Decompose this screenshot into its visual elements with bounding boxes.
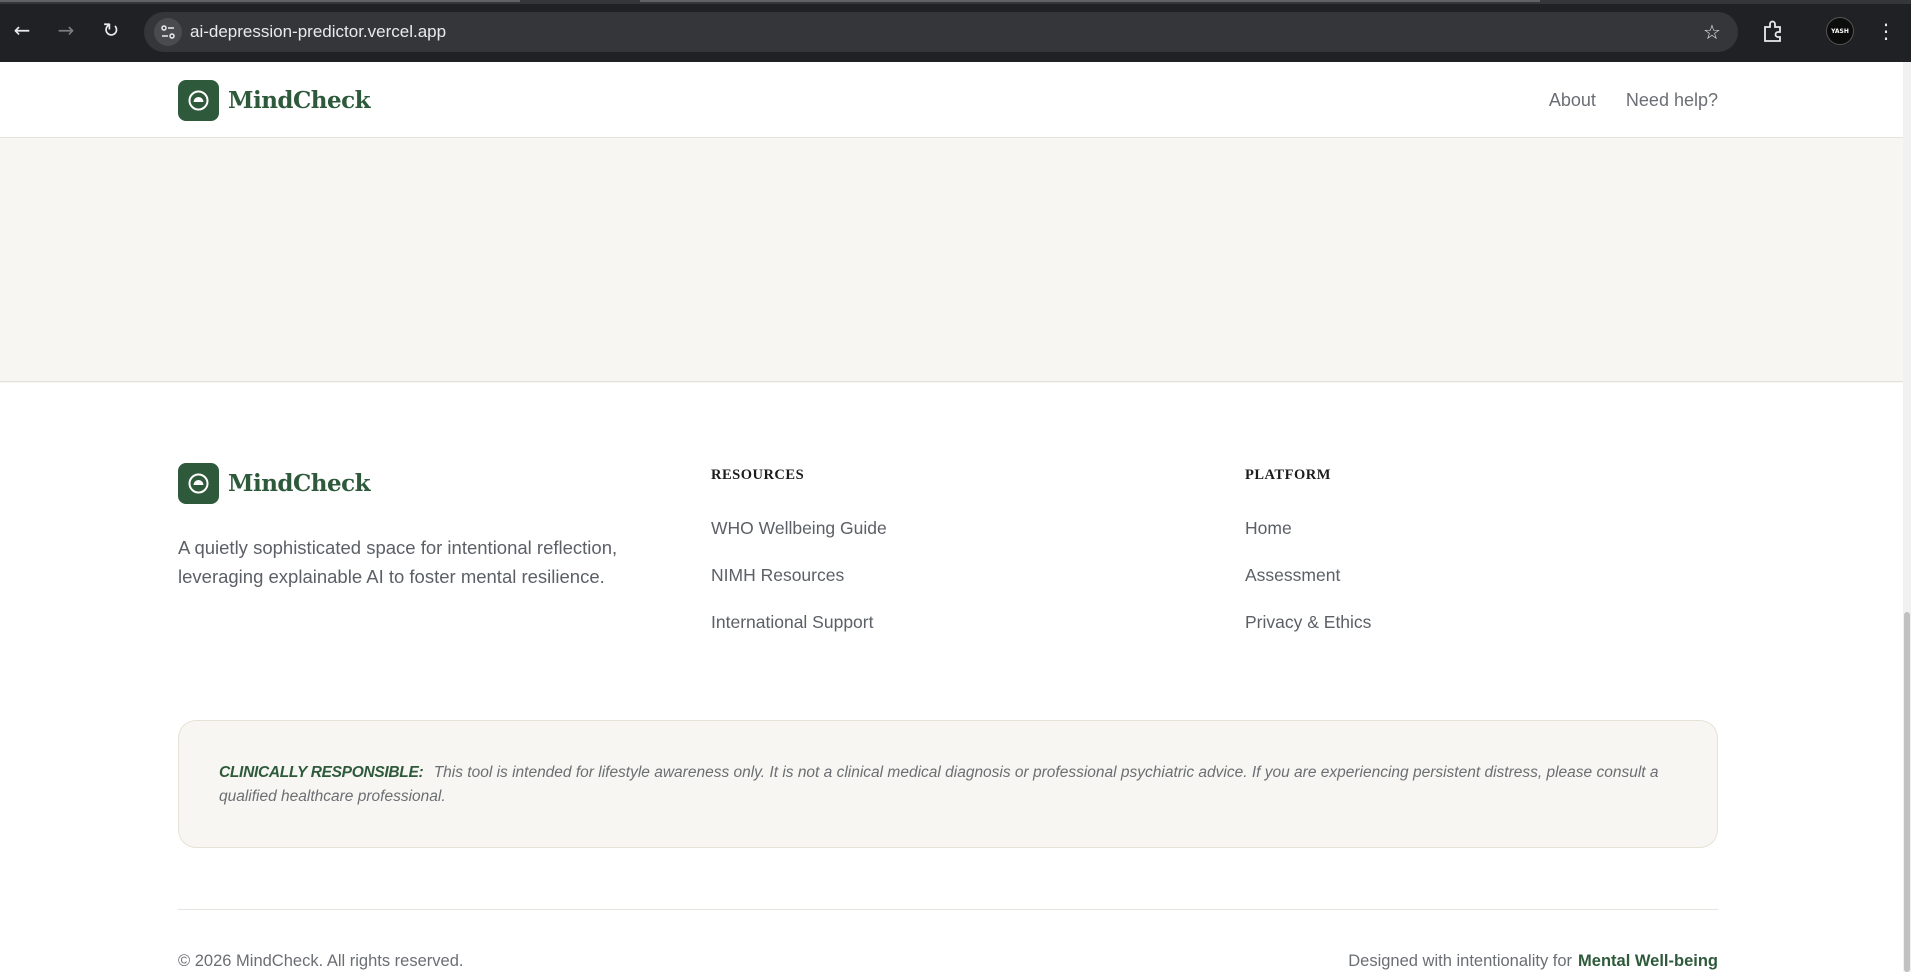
clinical-disclaimer: CLINICALLY RESPONSIBLE: This tool is int… [178,720,1718,848]
page-scrollbar[interactable] [1903,62,1911,972]
disclaimer-text: This tool is intended for lifestyle awar… [219,764,1659,805]
site-footer: MindCheck A quietly sophisticated space … [0,383,1903,972]
resource-link-nimh[interactable]: NIMH Resources [711,565,887,612]
site-header: MindCheck About Need help? [0,62,1903,138]
header-brand[interactable]: MindCheck [178,80,371,121]
footer-divider [178,909,1718,910]
browser-menu-icon[interactable]: ⋮ [1874,18,1898,44]
url-text[interactable]: ai-depression-predictor.vercel.app [190,12,446,52]
platform-link-privacy[interactable]: Privacy & Ethics [1245,612,1371,659]
profile-avatar[interactable]: YASH [1826,17,1854,45]
platform-column: PLATFORM Home Assessment Privacy & Ethic… [1245,467,1371,659]
platform-heading: PLATFORM [1245,467,1331,483]
resource-link-who[interactable]: WHO Wellbeing Guide [711,518,887,565]
resource-link-international[interactable]: International Support [711,612,887,659]
browser-chrome: ← → ↻ ai-depression-predictor.vercel.app… [0,0,1911,62]
copyright-text: © 2026 MindCheck. All rights reserved. [178,952,464,970]
scrollbar-thumb[interactable] [1904,612,1910,972]
site-info-icon[interactable] [154,18,182,46]
page-viewport: MindCheck About Need help? MindCheck A q… [0,62,1903,972]
content-section [0,138,1903,382]
resources-column: RESOURCES WHO Wellbeing Guide NIMH Resou… [711,467,887,659]
nav-help-link[interactable]: Need help? [1626,90,1718,111]
back-icon[interactable]: ← [8,16,36,44]
header-nav: About Need help? [1549,62,1718,138]
disclaimer-label: CLINICALLY RESPONSIBLE: [219,764,424,781]
platform-link-home[interactable]: Home [1245,518,1371,565]
tab-strip [0,0,1911,4]
footer-brand[interactable]: MindCheck [178,463,371,504]
designed-credit: Designed with intentionality for Mental W… [1348,952,1718,971]
tab-edge [0,0,520,2]
platform-link-assessment[interactable]: Assessment [1245,565,1371,612]
address-bar[interactable]: ai-depression-predictor.vercel.app ☆ [144,12,1738,52]
designed-prefix: Designed with intentionality for [1348,952,1573,970]
nav-about-link[interactable]: About [1549,90,1596,111]
brand-logo-icon [178,463,219,504]
brand-name: MindCheck [228,470,371,497]
footer-tagline: A quietly sophisticated space for intent… [178,537,618,587]
forward-icon[interactable]: → [52,16,80,44]
extensions-icon[interactable] [1760,18,1786,44]
resources-heading: RESOURCES [711,467,805,483]
brand-logo-icon [178,80,219,121]
reload-icon[interactable]: ↻ [97,16,125,44]
brand-name: MindCheck [228,87,371,114]
tab-edge [640,0,1540,2]
designed-accent-link[interactable]: Mental Well-being [1578,952,1718,970]
bookmark-star-icon[interactable]: ☆ [1700,20,1724,44]
